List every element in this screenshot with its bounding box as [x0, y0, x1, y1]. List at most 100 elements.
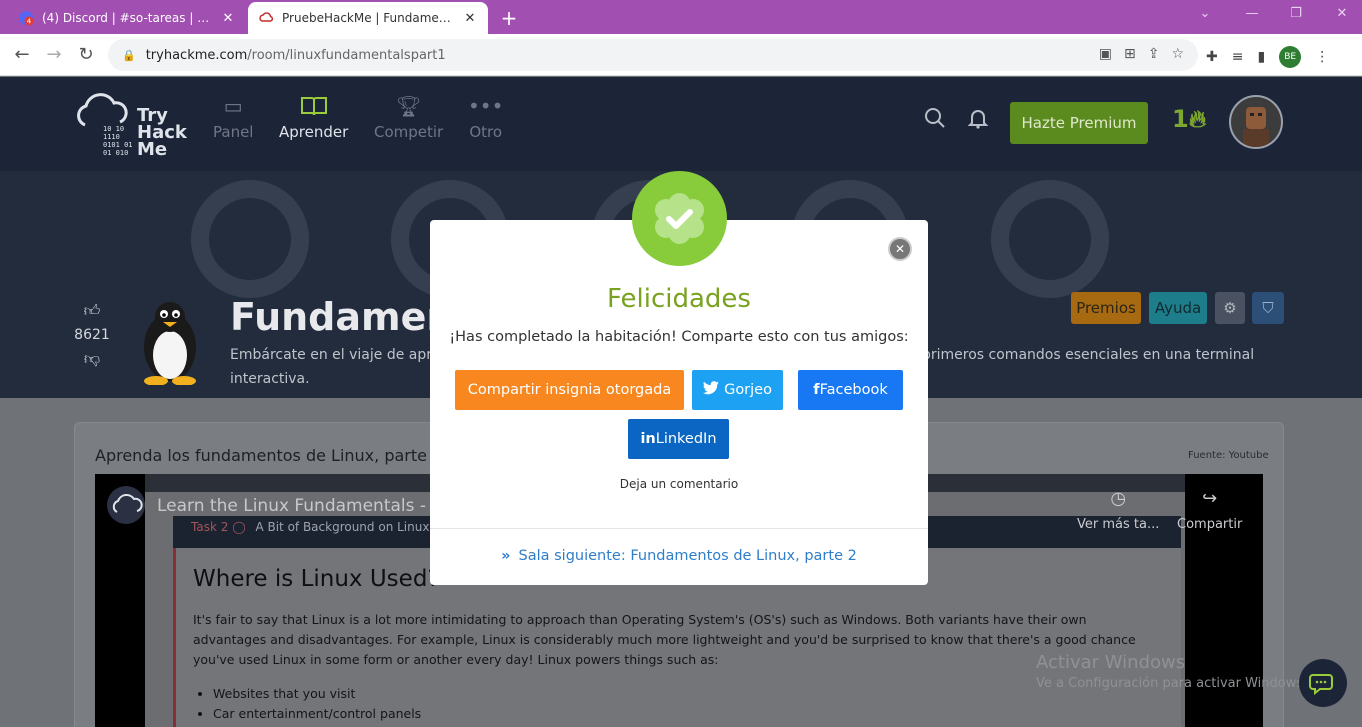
search-icon[interactable]: [924, 107, 946, 134]
discord-icon: 4: [18, 10, 34, 26]
tab-tryhackme[interactable]: PruebeHackMe | Fundamentos de Linux ✕: [248, 2, 488, 34]
nav-label: Otro: [469, 123, 503, 141]
streak-count: 1: [1172, 105, 1189, 133]
nav-aprender[interactable]: Aprender: [279, 95, 348, 141]
new-tab-button[interactable]: +: [498, 6, 520, 30]
like-count: 8621: [74, 327, 110, 343]
share-icon[interactable]: ⇪: [1148, 46, 1160, 62]
list-item: Websites that you visit: [213, 684, 421, 704]
clipboard-icon[interactable]: ▣: [1099, 46, 1112, 62]
minimize-icon[interactable]: —: [1242, 6, 1262, 21]
modal-divider: [430, 528, 928, 529]
streak-counter: 1🔥︎: [1172, 105, 1206, 133]
side-panel-icon[interactable]: ▮: [1257, 49, 1265, 65]
more-dots-icon: •••: [468, 94, 504, 118]
tab-title: PruebeHackMe | Fundamentos de Linux: [282, 11, 454, 25]
profile-avatar[interactable]: BE: [1279, 46, 1302, 68]
bookmark-icon[interactable]: ⛉: [1252, 292, 1284, 324]
thumbs-up-icon[interactable]: 👍︎: [74, 301, 110, 321]
menu-kebab-icon[interactable]: ⋮: [1315, 49, 1329, 65]
chat-support-button[interactable]: [1299, 659, 1347, 707]
tab-discord[interactable]: 4 (4) Discord | #so-tareas | upqroo ✕: [8, 2, 246, 34]
clock-icon: ◷: [1110, 488, 1127, 509]
twitter-share-button[interactable]: Gorjeo: [692, 370, 783, 410]
gear-icon[interactable]: ⚙: [1215, 292, 1245, 324]
vote-box: 👍︎ 8621 👎︎: [74, 301, 110, 369]
premium-button[interactable]: Hazte Premium: [1010, 102, 1148, 144]
share-label: Compartir: [1177, 517, 1243, 532]
facebook-share-button[interactable]: fFacebook: [798, 370, 903, 410]
nav-label: Competir: [374, 123, 444, 141]
windows-activation-subtitle: Ve a Configuración para activar Windows.: [1036, 676, 1308, 691]
bell-icon[interactable]: [967, 107, 989, 134]
next-room-label: Sala siguiente: Fundamentos de Linux, pa…: [518, 548, 857, 564]
close-icon[interactable]: ✕: [220, 11, 236, 26]
forward-icon[interactable]: →: [42, 43, 66, 67]
list-item: Car entertainment/control panels: [213, 704, 421, 724]
share-badge-button[interactable]: Compartir insignia otorgada: [455, 370, 684, 410]
trophy-icon: 🏆︎: [395, 94, 422, 118]
nav-label: Panel: [213, 123, 254, 141]
share-arrow-icon: ↪: [1202, 488, 1218, 509]
video-task-label: Task 2 ◯ A Bit of Background on Linux: [191, 520, 429, 534]
leave-comment-link[interactable]: Deja un comentario: [430, 477, 928, 491]
book-icon: [300, 95, 328, 117]
thumbs-down-icon[interactable]: 👎︎: [74, 349, 110, 369]
svg-text:4: 4: [27, 18, 32, 26]
double-chevron-right-icon: »: [501, 548, 511, 564]
next-room-link[interactable]: » Sala siguiente: Fundamentos de Linux, p…: [430, 548, 928, 564]
linkedin-share-button[interactable]: inLinkedIn: [628, 419, 729, 459]
reload-icon[interactable]: ↻: [74, 43, 98, 67]
windows-activation-title: Activar Windows: [1036, 652, 1186, 673]
url-host: tryhackme.com: [145, 47, 248, 63]
task-text: A Bit of Background on Linux: [255, 520, 430, 534]
share-control[interactable]: ↪ Compartir: [1177, 488, 1242, 532]
facebook-label: Facebook: [819, 382, 888, 398]
tab-search-icon[interactable]: ⌄: [1195, 6, 1215, 21]
logo-text-me: Me: [137, 139, 168, 160]
tab-title: (4) Discord | #so-tareas | upqroo: [42, 11, 212, 25]
close-icon[interactable]: ✕: [462, 11, 478, 26]
room-description-line1-end: primeros comandos esenciales en una term…: [922, 347, 1255, 363]
twitter-bird-icon: [702, 381, 724, 398]
back-icon[interactable]: ←: [10, 43, 34, 67]
nav-competir[interactable]: 🏆︎ Competir: [374, 95, 443, 141]
nav-label: Aprender: [279, 123, 349, 141]
bookmark-star-icon[interactable]: ☆: [1171, 46, 1184, 62]
slide-list: Websites that you visit Car entertainmen…: [213, 684, 421, 724]
browser-tab-bar: 4 (4) Discord | #so-tareas | upqroo ✕ Pr…: [0, 0, 1362, 34]
video-source: Fuente: Youtube: [1188, 450, 1269, 461]
tryhackme-logo[interactable]: Try Hack Me 10 10 1110 0101 01 01 010: [73, 89, 193, 159]
circle-icon: ◯: [232, 520, 246, 534]
twitter-label: Gorjeo: [724, 382, 772, 398]
linkedin-in-icon: in: [640, 431, 656, 447]
nav-otro[interactable]: ••• Otro: [468, 95, 503, 141]
lock-icon: 🔒: [122, 48, 136, 62]
url-path: /room/linuxfundamentalspart1: [247, 47, 446, 63]
nav-panel[interactable]: ▭ Panel: [213, 95, 253, 141]
address-bar[interactable]: 🔒 tryhackme.com/room/linuxfundamentalspa…: [108, 39, 1198, 71]
maximize-icon[interactable]: ❐: [1286, 6, 1306, 21]
cloud-logo-icon: [77, 93, 128, 127]
translate-icon[interactable]: ⊞: [1124, 46, 1136, 62]
tryhackme-icon: [258, 10, 274, 26]
rewards-button[interactable]: Premios: [1071, 292, 1141, 324]
dashboard-icon: ▭: [223, 94, 243, 118]
help-button[interactable]: Ayuda: [1149, 292, 1207, 324]
logo-binary: 10 10 1110 0101 01 01 010: [103, 125, 133, 157]
modal-subtitle: ¡Has completado la habitación! Comparte …: [449, 329, 909, 345]
completion-badge-icon: [632, 171, 727, 266]
extensions-puzzle-icon[interactable]: ✚: [1206, 49, 1218, 65]
penguin-room-icon: [144, 302, 196, 385]
modal-title: Felicidades: [607, 284, 751, 314]
modal-close-button[interactable]: ✕: [888, 237, 912, 261]
watch-later-label: Ver más ta...: [1077, 517, 1160, 532]
video-heading: Aprenda los fundamentos de Linux, parte …: [95, 446, 443, 465]
slide-heading: Where is Linux Used?: [193, 566, 440, 592]
slide-paragraph: It's fair to say that Linux is a lot mor…: [193, 612, 1136, 667]
channel-logo-icon[interactable]: [107, 486, 145, 524]
media-queue-icon[interactable]: ≡: [1232, 49, 1244, 65]
window-close-icon[interactable]: ✕: [1332, 6, 1352, 21]
watch-later-control[interactable]: ◷ Ver más ta...: [1077, 488, 1159, 532]
user-avatar[interactable]: [1229, 95, 1283, 149]
